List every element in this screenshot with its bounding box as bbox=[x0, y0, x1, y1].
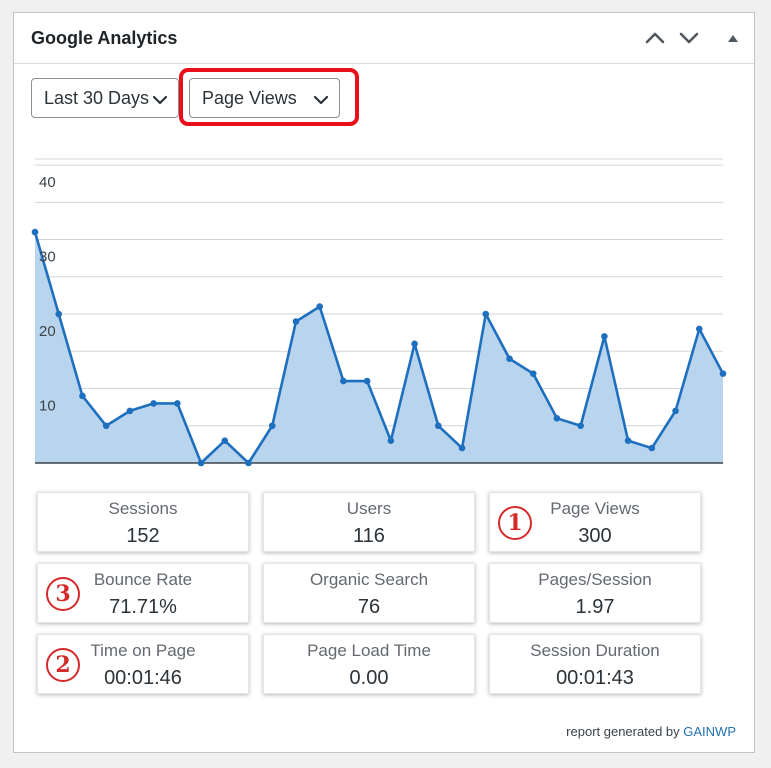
metric-select[interactable]: Page Views bbox=[189, 78, 340, 118]
data-point[interactable] bbox=[624, 437, 632, 444]
stat-value: 116 bbox=[353, 525, 385, 547]
stat-tile: Page Load Time 0.00 bbox=[263, 634, 475, 694]
data-point[interactable] bbox=[340, 377, 347, 385]
y-tick-label: 20 bbox=[39, 323, 56, 340]
data-point[interactable] bbox=[79, 392, 86, 400]
data-point[interactable] bbox=[719, 370, 727, 377]
data-point[interactable] bbox=[482, 310, 490, 318]
data-point[interactable] bbox=[553, 415, 561, 422]
data-point[interactable] bbox=[102, 422, 110, 430]
stat-label: Session Duration bbox=[530, 641, 660, 660]
page-views-chart: 10 20 30 40 bbox=[31, 158, 727, 467]
chevron-up-icon[interactable] bbox=[642, 25, 668, 51]
stat-label: Organic Search bbox=[309, 570, 429, 589]
metric-select-value: Page Views bbox=[202, 88, 297, 108]
data-point[interactable] bbox=[31, 228, 39, 236]
report-footer: report generated by GAINWP bbox=[566, 724, 736, 739]
data-point[interactable] bbox=[672, 407, 679, 415]
data-point[interactable] bbox=[458, 444, 466, 452]
widget-title: Google Analytics bbox=[31, 28, 178, 48]
stat-label: Pages/Session bbox=[538, 570, 652, 589]
data-point[interactable] bbox=[316, 303, 323, 310]
y-tick-label: 30 bbox=[39, 249, 56, 266]
data-point[interactable] bbox=[245, 459, 252, 467]
data-point[interactable] bbox=[577, 422, 584, 430]
stat-label: Page Load Time bbox=[307, 641, 431, 660]
stat-value: 152 bbox=[126, 525, 160, 547]
widget-header: Google Analytics bbox=[14, 13, 754, 64]
data-point[interactable] bbox=[506, 355, 513, 363]
data-point[interactable] bbox=[292, 318, 300, 325]
stat-value: 1.97 bbox=[575, 596, 615, 618]
stat-tile: Page Views 300 1 bbox=[489, 492, 701, 552]
data-point[interactable] bbox=[387, 437, 395, 444]
data-point[interactable] bbox=[529, 370, 537, 377]
gainwp-link[interactable]: GAINWP bbox=[683, 724, 736, 739]
annotation-marker: 3 bbox=[46, 577, 80, 611]
stat-tile: Organic Search 76 bbox=[263, 563, 475, 623]
data-point[interactable] bbox=[363, 377, 371, 385]
data-point[interactable] bbox=[435, 422, 442, 430]
period-select[interactable]: Last 30 Days bbox=[31, 78, 179, 118]
data-point[interactable] bbox=[268, 422, 276, 430]
stat-label: Users bbox=[346, 499, 392, 518]
data-point[interactable] bbox=[150, 400, 157, 407]
stat-tile: Bounce Rate 71.71% 3 bbox=[37, 563, 249, 623]
triangle-up-icon[interactable] bbox=[720, 25, 746, 51]
data-point[interactable] bbox=[648, 444, 656, 452]
stat-tile: Sessions 152 bbox=[37, 492, 249, 552]
footer-text: report generated by bbox=[566, 724, 680, 739]
stat-value: 0.00 bbox=[349, 667, 389, 689]
y-tick-label: 10 bbox=[39, 398, 56, 415]
stat-value: 00:01:43 bbox=[556, 667, 634, 689]
google-analytics-widget: Google Analytics Last 30 Days Page Views… bbox=[13, 12, 755, 753]
data-point[interactable] bbox=[55, 310, 63, 318]
stat-tile: Users 116 bbox=[263, 492, 475, 552]
period-select-value: Last 30 Days bbox=[44, 88, 150, 108]
data-point[interactable] bbox=[695, 325, 703, 333]
stat-tile: Time on Page 00:01:46 2 bbox=[37, 634, 249, 694]
stat-value: 76 bbox=[357, 596, 381, 618]
chevron-down-icon bbox=[313, 91, 329, 112]
data-point[interactable] bbox=[197, 459, 205, 467]
stat-label: Sessions bbox=[108, 499, 178, 518]
annotation-marker: 2 bbox=[46, 648, 80, 682]
annotation-marker: 1 bbox=[498, 506, 532, 540]
data-point[interactable] bbox=[221, 437, 229, 444]
data-point[interactable] bbox=[126, 407, 134, 415]
stat-tile: Pages/Session 1.97 bbox=[489, 563, 701, 623]
data-point[interactable] bbox=[411, 340, 418, 348]
chevron-down-icon bbox=[152, 91, 168, 112]
stat-tile: Session Duration 00:01:43 bbox=[489, 634, 701, 694]
data-point[interactable] bbox=[174, 400, 181, 407]
series-area bbox=[35, 232, 723, 463]
data-point[interactable] bbox=[601, 333, 608, 340]
chevron-down-icon[interactable] bbox=[676, 25, 702, 51]
y-tick-label: 40 bbox=[39, 174, 56, 191]
